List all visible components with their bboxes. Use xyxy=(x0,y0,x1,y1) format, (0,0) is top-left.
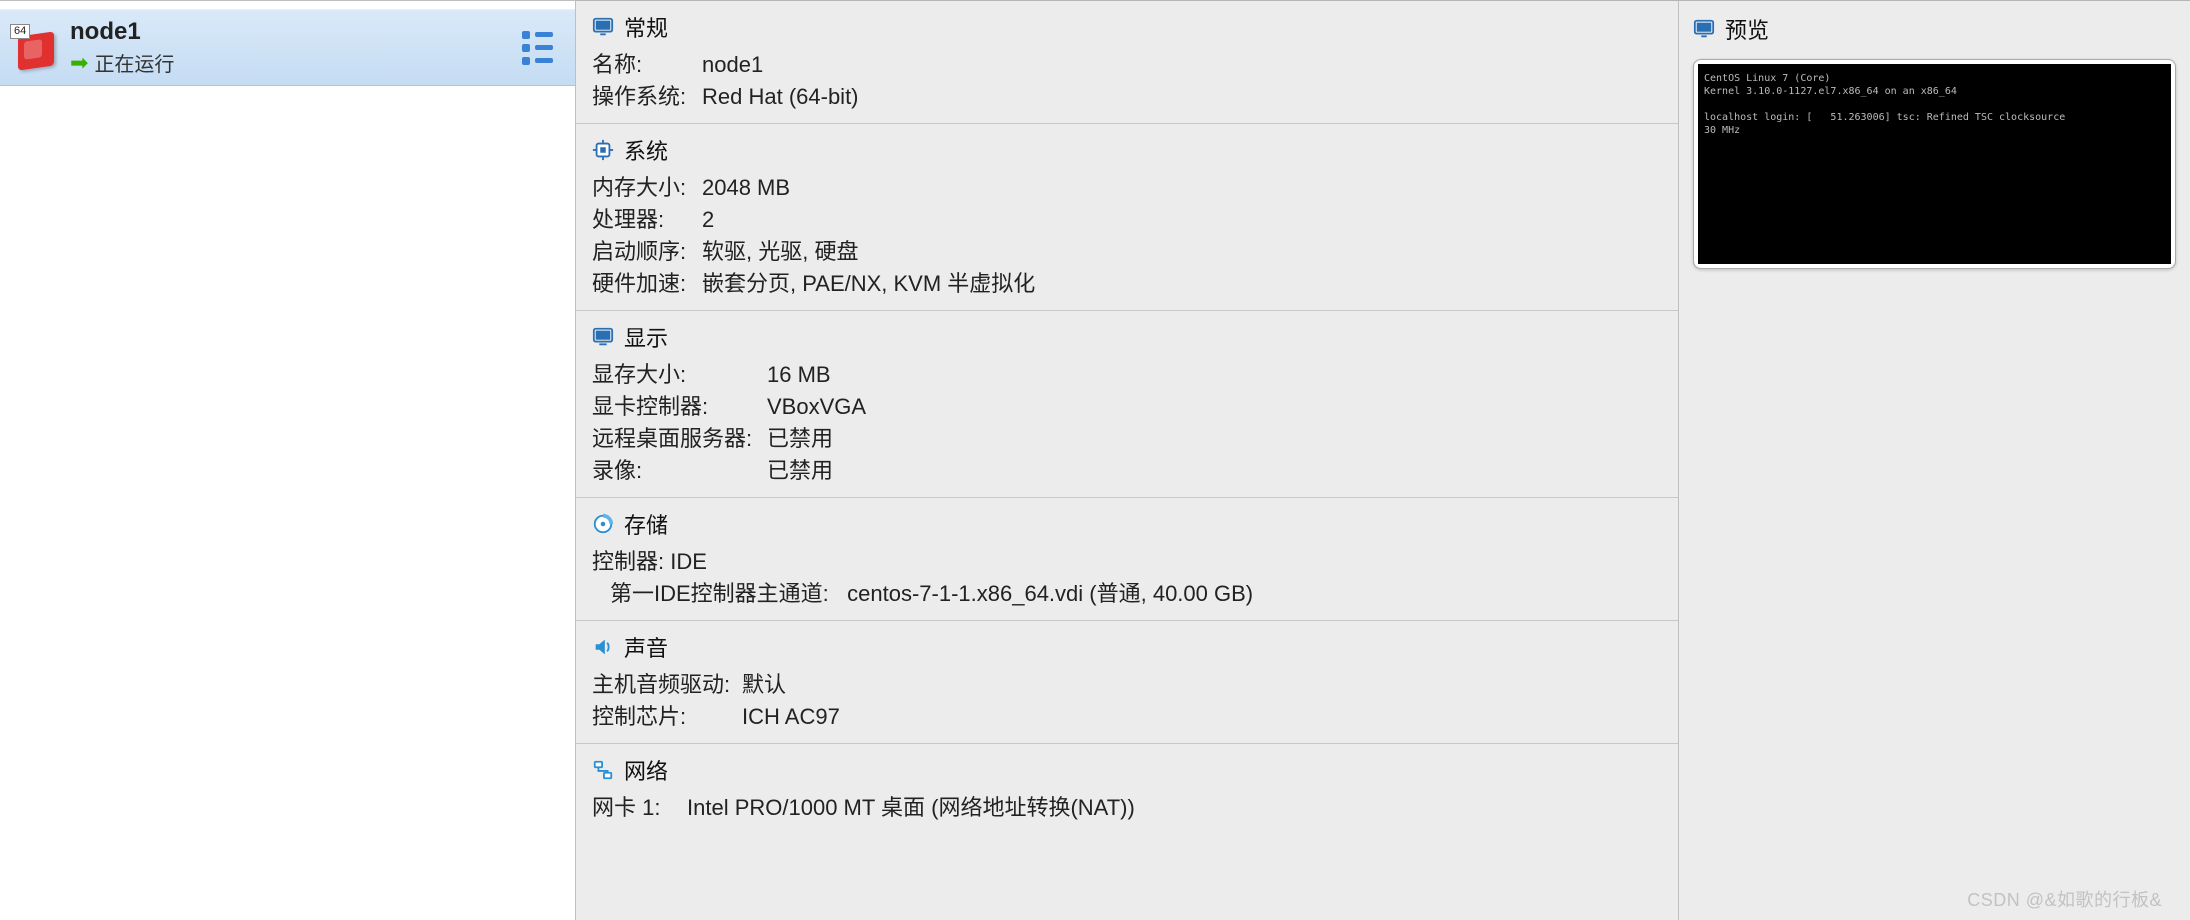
vm-status-text: 正在运行 xyxy=(94,48,174,77)
section-audio-header[interactable]: 声音 xyxy=(592,631,1662,663)
label-accel: 硬件加速: xyxy=(592,268,702,300)
section-display: 显示 显存大小:16 MB 显卡控制器:VBoxVGA 远程桌面服务器:已禁用 … xyxy=(576,311,1678,498)
section-title: 系统 xyxy=(624,134,668,166)
preview-console: CentOS Linux 7 (Core) Kernel 3.10.0-1127… xyxy=(1698,64,2171,264)
value-record: 已禁用 xyxy=(767,455,833,487)
section-storage-header[interactable]: 存储 xyxy=(592,508,1662,540)
section-audio: 声音 主机音频驱动:默认 控制芯片:ICH AC97 xyxy=(576,621,1678,744)
label-rdp: 远程桌面服务器: xyxy=(592,423,767,455)
arch-badge: 64 xyxy=(10,24,30,39)
disk-icon xyxy=(592,513,614,535)
display-icon xyxy=(592,326,614,348)
storage-slot-label: 第一IDE控制器主通道: xyxy=(610,581,829,606)
section-title: 存储 xyxy=(624,508,668,540)
section-title: 网络 xyxy=(624,754,668,786)
value-nic1: Intel PRO/1000 MT 桌面 (网络地址转换(NAT)) xyxy=(687,792,1135,824)
preview-monitor-icon xyxy=(1693,18,1715,40)
preview-thumbnail[interactable]: CentOS Linux 7 (Core) Kernel 3.10.0-1127… xyxy=(1693,59,2176,269)
storage-slot-value: centos-7-1-1.x86_64.vdi (普通, 40.00 GB) xyxy=(847,581,1253,606)
value-memory: 2048 MB xyxy=(702,172,790,204)
vm-item-menu-icon[interactable] xyxy=(522,31,553,65)
vm-title: node1 xyxy=(70,18,174,46)
section-display-header[interactable]: 显示 xyxy=(592,321,1662,353)
value-gfx-ctrl: VBoxVGA xyxy=(767,391,866,423)
value-boot: 软驱, 光驱, 硬盘 xyxy=(702,236,858,268)
section-title: 声音 xyxy=(624,631,668,663)
preview-title: 预览 xyxy=(1725,13,1769,45)
storage-controller: 控制器: IDE xyxy=(592,546,1662,578)
speaker-icon xyxy=(592,636,614,658)
monitor-icon xyxy=(592,16,614,38)
chip-icon xyxy=(592,139,614,161)
value-cpu: 2 xyxy=(702,204,714,236)
section-title: 常规 xyxy=(624,11,668,43)
vm-details-panel: 常规 名称:node1 操作系统:Red Hat (64-bit) 系统 内存大… xyxy=(576,0,1678,920)
preview-header[interactable]: 预览 xyxy=(1693,13,2176,45)
label-memory: 内存大小: xyxy=(592,172,702,204)
section-storage: 存储 控制器: IDE 第一IDE控制器主通道: centos-7-1-1.x8… xyxy=(576,498,1678,621)
label-audiochip: 控制芯片: xyxy=(592,701,742,733)
label-gfx-ctrl: 显卡控制器: xyxy=(592,391,767,423)
section-network: 网络 网卡 1:Intel PRO/1000 MT 桌面 (网络地址转换(NAT… xyxy=(576,744,1678,834)
section-general-header[interactable]: 常规 xyxy=(592,11,1662,43)
vm-os-icon: 64 xyxy=(14,27,56,69)
section-network-header[interactable]: 网络 xyxy=(592,754,1662,786)
vm-status: ➡ 正在运行 xyxy=(70,48,174,77)
vm-list-item[interactable]: 64 node1 ➡ 正在运行 xyxy=(0,9,575,86)
section-title: 显示 xyxy=(624,321,668,353)
value-audiochip: ICH AC97 xyxy=(742,701,840,733)
section-system: 系统 内存大小:2048 MB 处理器:2 启动顺序:软驱, 光驱, 硬盘 硬件… xyxy=(576,124,1678,311)
label-record: 录像: xyxy=(592,455,767,487)
running-arrow-icon: ➡ xyxy=(70,52,88,74)
label-vram: 显存大小: xyxy=(592,359,767,391)
value-rdp: 已禁用 xyxy=(767,423,833,455)
label-boot: 启动顺序: xyxy=(592,236,702,268)
label-os: 操作系统: xyxy=(592,81,702,113)
value-name: node1 xyxy=(702,49,763,81)
value-os: Red Hat (64-bit) xyxy=(702,81,859,113)
value-accel: 嵌套分页, PAE/NX, KVM 半虚拟化 xyxy=(702,268,1035,300)
value-vram: 16 MB xyxy=(767,359,831,391)
network-icon xyxy=(592,759,614,781)
label-audiodrv: 主机音频驱动: xyxy=(592,669,742,701)
value-audiodrv: 默认 xyxy=(742,669,786,701)
label-name: 名称: xyxy=(592,49,702,81)
label-nic1: 网卡 1: xyxy=(592,792,687,824)
label-cpu: 处理器: xyxy=(592,204,702,236)
vm-list-sidebar: 64 node1 ➡ 正在运行 xyxy=(0,0,576,920)
preview-panel: 预览 CentOS Linux 7 (Core) Kernel 3.10.0-1… xyxy=(1678,0,2190,920)
section-general: 常规 名称:node1 操作系统:Red Hat (64-bit) xyxy=(576,1,1678,124)
section-system-header[interactable]: 系统 xyxy=(592,134,1662,166)
